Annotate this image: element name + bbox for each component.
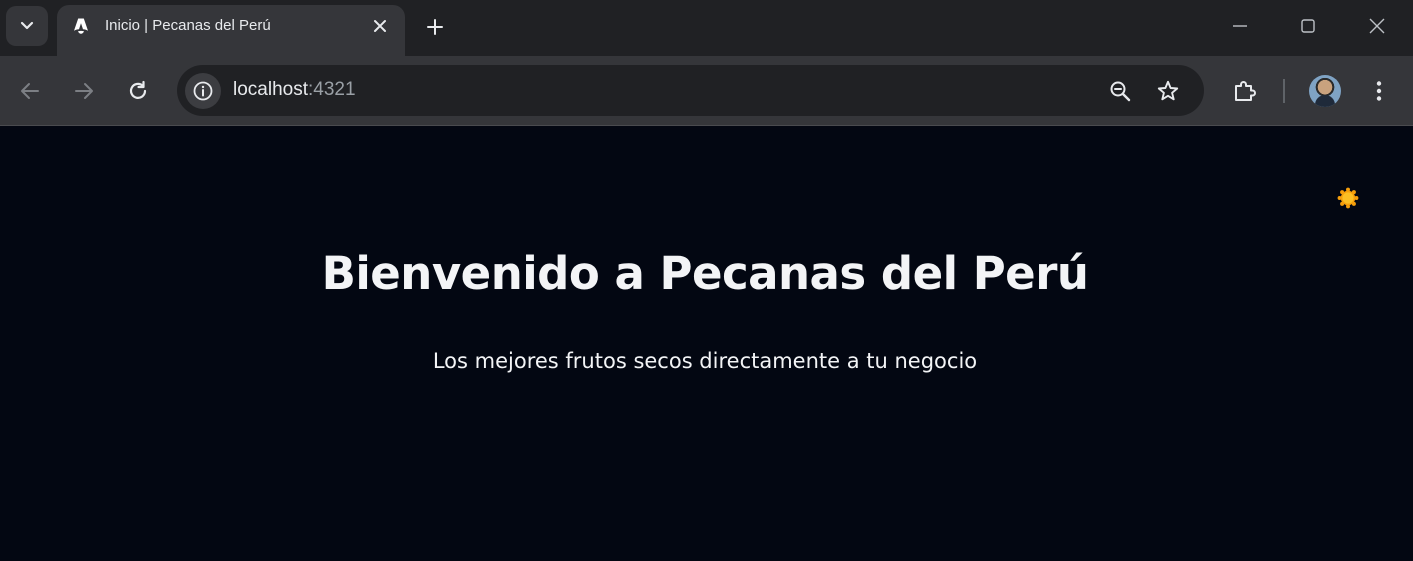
tab-strip: Inicio | Pecanas del Perú: [0, 0, 1413, 56]
forward-arrow-icon: [75, 83, 93, 99]
minimize-button[interactable]: [1228, 14, 1252, 38]
url-port: :4321: [308, 79, 356, 100]
astro-logo-icon: [74, 18, 88, 34]
extensions-button[interactable]: [1231, 77, 1259, 105]
info-icon: [193, 81, 213, 101]
new-tab-button[interactable]: [423, 15, 447, 39]
bookmark-button[interactable]: [1155, 78, 1181, 104]
url-host: localhost: [233, 79, 308, 100]
reload-icon: [129, 80, 147, 99]
back-button[interactable]: [17, 78, 43, 104]
close-window-icon: [1369, 18, 1385, 34]
reload-button[interactable]: [125, 78, 151, 104]
url-text: localhost:4321: [233, 79, 356, 101]
browser-toolbar: localhost:4321: [0, 56, 1413, 126]
tab-search-button[interactable]: [6, 6, 48, 46]
kebab-menu-icon: [1376, 81, 1382, 101]
back-arrow-icon: [21, 83, 39, 99]
star-icon: [1157, 80, 1179, 101]
page-viewport: Bienvenido a Pecanas del Perú Los mejore…: [0, 127, 1413, 561]
tab-title: Inicio | Pecanas del Perú: [105, 17, 271, 34]
plus-icon: [427, 19, 443, 35]
chevron-down-icon: [20, 21, 34, 30]
toolbar-separator: [1283, 79, 1285, 103]
close-window-button[interactable]: [1365, 14, 1389, 38]
minimize-icon: [1233, 25, 1247, 27]
browser-menu-button[interactable]: [1365, 77, 1393, 105]
puzzle-icon: [1235, 81, 1256, 101]
maximize-icon: [1301, 19, 1315, 33]
close-tab-button[interactable]: [370, 16, 390, 36]
zoom-out-icon: [1110, 81, 1131, 102]
address-bar[interactable]: localhost:4321: [177, 65, 1204, 116]
forward-button[interactable]: [71, 78, 97, 104]
profile-avatar[interactable]: [1309, 75, 1341, 107]
maximize-button[interactable]: [1296, 14, 1320, 38]
close-icon: [374, 20, 386, 32]
page-title: Bienvenido a Pecanas del Perú: [321, 247, 1089, 300]
site-info-button[interactable]: [185, 73, 221, 109]
sun-icon: [1337, 187, 1359, 209]
page-subtitle: Los mejores frutos secos directamente a …: [432, 349, 978, 373]
zoom-button[interactable]: [1107, 78, 1133, 104]
active-tab[interactable]: Inicio | Pecanas del Perú: [57, 5, 405, 56]
theme-toggle-button[interactable]: [1336, 186, 1360, 210]
